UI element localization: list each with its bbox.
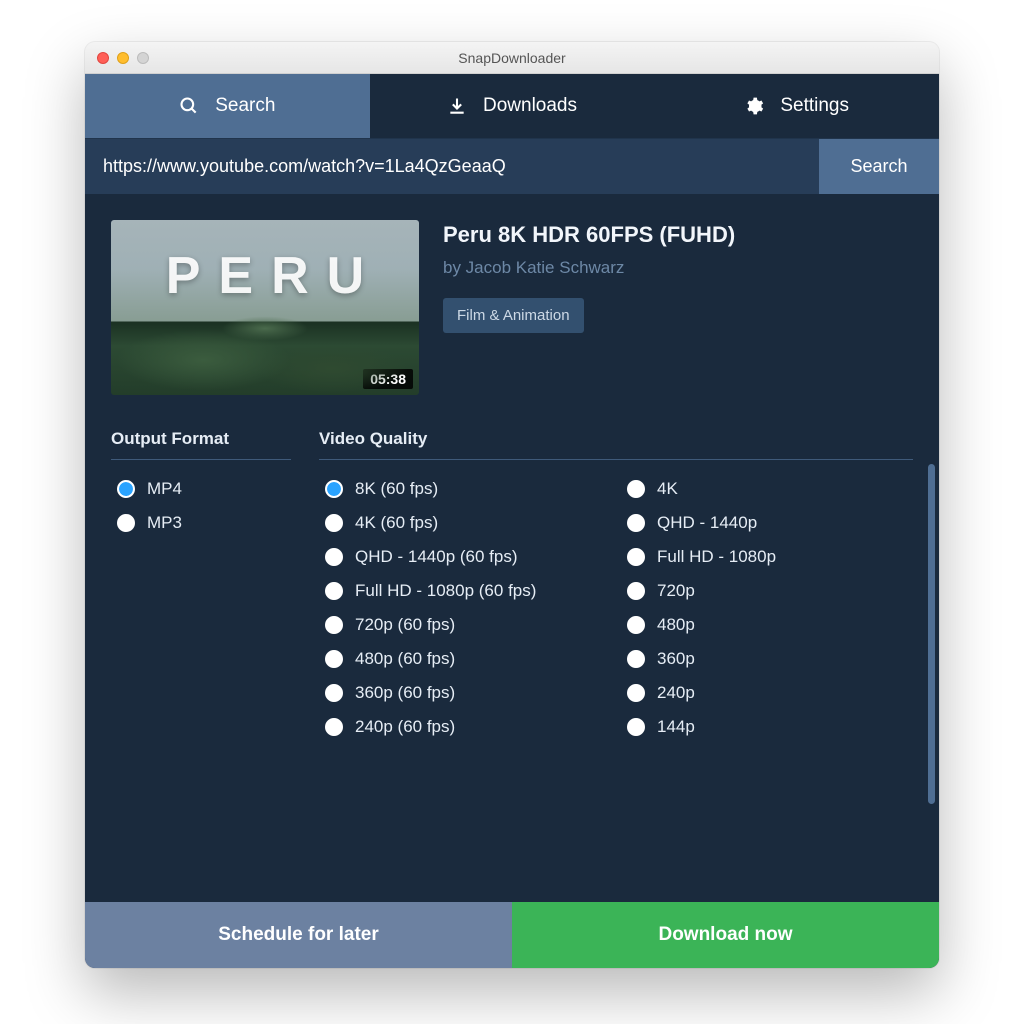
gear-icon [744, 96, 764, 116]
radio-icon [325, 650, 343, 668]
radio-option[interactable]: MP3 [111, 510, 291, 536]
radio-option[interactable]: 720p [621, 578, 913, 604]
radio-label: 360p [657, 649, 695, 669]
radio-icon [627, 582, 645, 600]
radio-option[interactable]: 360p (60 fps) [319, 680, 611, 706]
radio-icon [117, 480, 135, 498]
radio-label: MP3 [147, 513, 182, 533]
radio-icon [325, 582, 343, 600]
radio-label: Full HD - 1080p [657, 547, 776, 567]
radio-option[interactable]: MP4 [111, 476, 291, 502]
radio-icon [325, 548, 343, 566]
radio-icon [325, 514, 343, 532]
thumbnail-overlay-text: PERU [111, 246, 419, 306]
schedule-button[interactable]: Schedule for later [85, 902, 512, 968]
radio-option[interactable]: Full HD - 1080p (60 fps) [319, 578, 611, 604]
options: Output Format MP4 MP3 Video Quality 8K (6… [111, 429, 913, 902]
radio-label: QHD - 1440p [657, 513, 757, 533]
radio-icon [627, 480, 645, 498]
video-category-tag[interactable]: Film & Animation [443, 298, 584, 333]
radio-label: 240p [657, 683, 695, 703]
radio-icon [627, 684, 645, 702]
traffic-lights [97, 52, 149, 64]
search-icon [179, 96, 199, 116]
radio-icon [325, 616, 343, 634]
radio-option[interactable]: Full HD - 1080p [621, 544, 913, 570]
radio-option[interactable]: 8K (60 fps) [319, 476, 611, 502]
output-format-heading: Output Format [111, 429, 291, 460]
video-quality-list: 8K (60 fps) 4K 4K (60 fps) QHD - 1440p QHD -… [319, 476, 913, 740]
radio-icon [627, 514, 645, 532]
content-area: PERU 05:38 Peru 8K HDR 60FPS (FUHD) by J… [85, 194, 939, 902]
radio-option[interactable]: QHD - 1440p [621, 510, 913, 536]
radio-label: 4K [657, 479, 678, 499]
radio-label: 8K (60 fps) [355, 479, 438, 499]
radio-icon [325, 718, 343, 736]
radio-icon [627, 718, 645, 736]
radio-option[interactable]: 480p [621, 612, 913, 638]
download-icon [447, 96, 467, 116]
radio-option[interactable]: 360p [621, 646, 913, 672]
video-title: Peru 8K HDR 60FPS (FUHD) [443, 222, 913, 248]
download-now-button[interactable]: Download now [512, 902, 939, 968]
radio-icon [627, 650, 645, 668]
output-format-section: Output Format MP4 MP3 [111, 429, 291, 902]
app-window: SnapDownloader Search Downloads Sett [85, 42, 939, 968]
search-row: Search [85, 138, 939, 194]
tab-label: Downloads [483, 95, 577, 117]
radio-icon [325, 684, 343, 702]
radio-label: 480p (60 fps) [355, 649, 455, 669]
url-input[interactable] [85, 139, 819, 194]
radio-label: MP4 [147, 479, 182, 499]
app-body: Search Downloads Settings Search [85, 74, 939, 968]
minimize-window-button[interactable] [117, 52, 129, 64]
video-result: PERU 05:38 Peru 8K HDR 60FPS (FUHD) by J… [111, 220, 913, 395]
radio-label: QHD - 1440p (60 fps) [355, 547, 518, 567]
radio-label: 720p [657, 581, 695, 601]
radio-icon [325, 480, 343, 498]
tab-label: Search [215, 95, 275, 117]
radio-label: 240p (60 fps) [355, 717, 455, 737]
radio-icon [627, 616, 645, 634]
video-duration-badge: 05:38 [363, 369, 413, 389]
radio-label: Full HD - 1080p (60 fps) [355, 581, 536, 601]
tab-search[interactable]: Search [85, 74, 370, 138]
maximize-window-button[interactable] [137, 52, 149, 64]
radio-option[interactable]: 240p (60 fps) [319, 714, 611, 740]
close-window-button[interactable] [97, 52, 109, 64]
tab-downloads[interactable]: Downloads [370, 74, 655, 138]
video-meta: Peru 8K HDR 60FPS (FUHD) by Jacob Katie … [443, 220, 913, 395]
scrollbar-thumb[interactable] [928, 464, 935, 804]
radio-option[interactable]: QHD - 1440p (60 fps) [319, 544, 611, 570]
video-author: by Jacob Katie Schwarz [443, 258, 913, 278]
bottom-actions: Schedule for later Download now [85, 902, 939, 968]
video-thumbnail[interactable]: PERU 05:38 [111, 220, 419, 395]
output-format-list: MP4 MP3 [111, 476, 291, 536]
radio-icon [627, 548, 645, 566]
radio-option[interactable]: 480p (60 fps) [319, 646, 611, 672]
radio-label: 480p [657, 615, 695, 635]
radio-label: 4K (60 fps) [355, 513, 438, 533]
video-quality-section: Video Quality 8K (60 fps) 4K 4K (60 fps) QH… [319, 429, 913, 902]
tab-label: Settings [780, 95, 849, 117]
radio-option[interactable]: 144p [621, 714, 913, 740]
titlebar: SnapDownloader [85, 42, 939, 74]
window-title: SnapDownloader [85, 50, 939, 66]
tab-settings[interactable]: Settings [654, 74, 939, 138]
top-tabs: Search Downloads Settings [85, 74, 939, 138]
radio-label: 144p [657, 717, 695, 737]
radio-option[interactable]: 4K [621, 476, 913, 502]
radio-option[interactable]: 240p [621, 680, 913, 706]
radio-label: 720p (60 fps) [355, 615, 455, 635]
radio-option[interactable]: 720p (60 fps) [319, 612, 611, 638]
video-quality-heading: Video Quality [319, 429, 913, 460]
radio-label: 360p (60 fps) [355, 683, 455, 703]
search-button[interactable]: Search [819, 139, 939, 194]
radio-icon [117, 514, 135, 532]
radio-option[interactable]: 4K (60 fps) [319, 510, 611, 536]
